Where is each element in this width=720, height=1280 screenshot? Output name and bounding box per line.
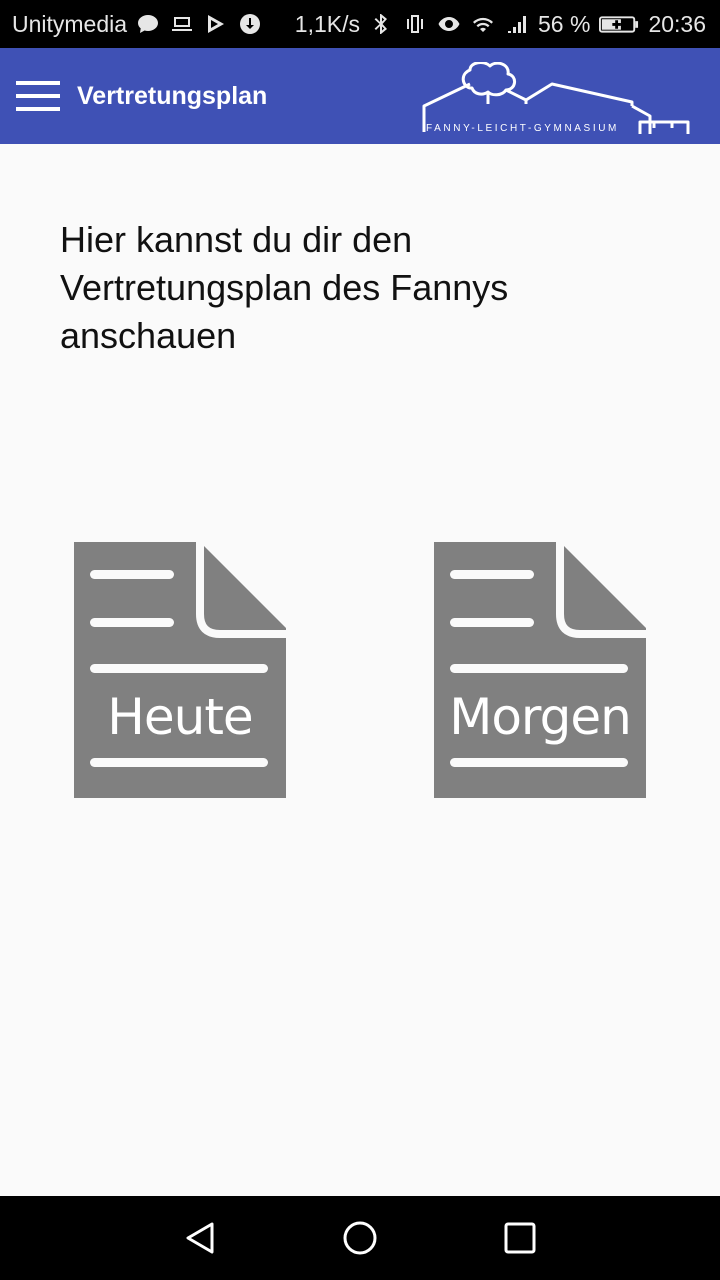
battery-percent: 56 % <box>538 10 591 37</box>
laptop-icon <box>169 11 195 37</box>
wifi-icon <box>470 11 496 37</box>
navigation-bar <box>0 1196 720 1280</box>
home-icon <box>343 1221 377 1255</box>
network-speed: 1,1K/s <box>294 10 360 37</box>
tomorrow-plan-button[interactable]: Morgen <box>434 542 646 798</box>
status-left: Unitymedia <box>12 11 263 38</box>
main-content: Hier kannst du dir den Vertretungsplan d… <box>0 144 720 1196</box>
menu-button[interactable] <box>0 48 76 144</box>
back-button[interactable] <box>178 1216 222 1260</box>
carrier-label: Unitymedia <box>12 10 128 37</box>
tomorrow-label: Morgen <box>449 688 632 746</box>
home-button[interactable] <box>338 1216 382 1260</box>
play-store-icon <box>203 11 229 37</box>
eye-icon <box>436 11 462 37</box>
status-bar: Unitymedia 1,1K/s 56 % 20:36 <box>0 0 720 48</box>
signal-icon <box>504 11 530 37</box>
back-icon <box>186 1222 214 1254</box>
school-logo: FANNY-LEICHT-GYMNASIUM <box>422 61 692 134</box>
status-right: 1,1K/s 56 % 20:36 <box>295 11 706 38</box>
recents-button[interactable] <box>498 1216 542 1260</box>
bluetooth-icon <box>368 11 394 37</box>
logo-text: FANNY-LEICHT-GYMNASIUM <box>426 123 619 134</box>
clock: 20:36 <box>648 10 706 37</box>
document-icon <box>74 542 286 798</box>
battery-charging-icon <box>598 11 640 37</box>
chat-bubble-icon <box>135 11 161 37</box>
page-title: Vertretungsplan <box>77 81 268 110</box>
recents-icon <box>504 1222 536 1254</box>
download-icon <box>237 11 263 37</box>
today-plan-button[interactable]: Heute <box>74 542 286 798</box>
intro-text: Hier kannst du dir den Vertretungsplan d… <box>60 219 509 356</box>
today-label: Heute <box>107 688 253 746</box>
vibrate-icon <box>402 11 428 37</box>
hamburger-menu-icon <box>16 81 60 111</box>
app-bar: Vertretungsplan FANNY-LEICHT-GYMNASIUM <box>0 48 720 144</box>
document-icon <box>434 542 646 798</box>
